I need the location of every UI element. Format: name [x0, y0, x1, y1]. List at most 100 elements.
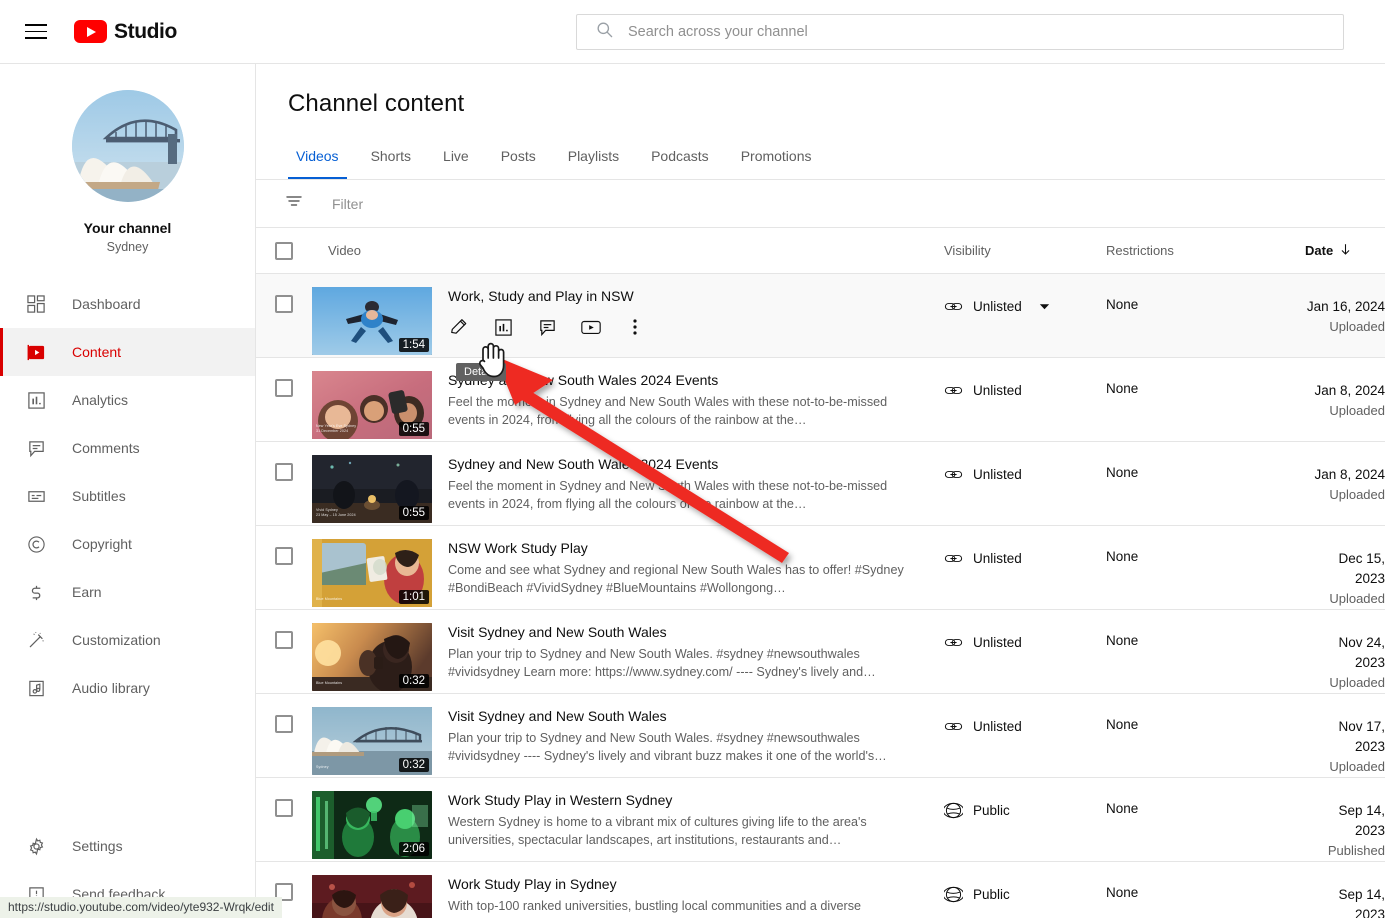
tab-promotions[interactable]: Promotions: [725, 133, 828, 179]
row-checkbox[interactable]: [275, 631, 293, 649]
table-row[interactable]: Blue Mountains 1:01 NSW Work Study Play C…: [256, 526, 1385, 610]
visibility-dropdown-icon[interactable]: [1038, 300, 1051, 313]
sidebar-item-earn[interactable]: Earn: [0, 568, 255, 616]
sidebar-item-subtitles[interactable]: Subtitles: [0, 472, 255, 520]
visibility-label: Unlisted: [973, 719, 1022, 734]
table-row[interactable]: New Year's Eve Sydney 31 December 2024 0:5…: [256, 358, 1385, 442]
row-checkbox[interactable]: [275, 463, 293, 481]
date-value: Sep 14, 2023: [1338, 803, 1385, 838]
video-title[interactable]: Work Study Play in Sydney: [448, 875, 904, 894]
sidebar-item-copyright[interactable]: Copyright: [0, 520, 255, 568]
table-row[interactable]: 1:54 Work, Study and Play in NSW Unliste…: [256, 274, 1385, 358]
date-value: Jan 8, 2024: [1314, 383, 1385, 398]
video-thumbnail[interactable]: [312, 875, 432, 918]
analytics-icon[interactable]: [492, 316, 514, 338]
video-cell: 1:54 Work, Study and Play in NSW: [312, 287, 920, 355]
search-input[interactable]: [628, 24, 1288, 40]
video-description: Western Sydney is home to a vibrant mix …: [448, 815, 867, 847]
filter-input[interactable]: [332, 195, 752, 212]
edit-pencil-icon[interactable]: [448, 316, 470, 338]
video-thumbnail[interactable]: New Year's Eve Sydney 31 December 2024 0:5…: [312, 371, 432, 439]
studio-brand-logo[interactable]: Studio: [74, 20, 177, 44]
row-checkbox[interactable]: [275, 715, 293, 733]
video-title[interactable]: Work, Study and Play in NSW: [448, 287, 904, 306]
date-value: Jan 8, 2024: [1314, 467, 1385, 482]
filter-icon[interactable]: [284, 191, 304, 216]
video-thumbnail[interactable]: Blue Mountains 1:01: [312, 539, 432, 607]
visibility-cell[interactable]: Unlisted: [920, 287, 1106, 316]
thumbnail-watermark: New Year's Eve Sydney 31 December 2024: [316, 424, 357, 434]
sidebar: Your channel Sydney Dashboard Content An…: [0, 64, 256, 918]
visibility-cell[interactable]: Public: [920, 791, 1106, 820]
tab-shorts[interactable]: Shorts: [355, 133, 427, 179]
sidebar-item-comments[interactable]: Comments: [0, 424, 255, 472]
video-meta: Visit Sydney and New South Wales Plan yo…: [432, 707, 904, 775]
visibility-cell[interactable]: Unlisted: [920, 371, 1106, 400]
video-thumbnail[interactable]: Vivid Sydney 23 May – 15 June 2024 0:55: [312, 455, 432, 523]
comments-icon[interactable]: [536, 316, 558, 338]
video-thumbnail[interactable]: Blue Mountains 0:32: [312, 623, 432, 691]
video-player-icon[interactable]: [580, 316, 602, 338]
sidebar-item-settings[interactable]: Settings: [0, 822, 256, 870]
table-header-row: Video Visibility Restrictions Date: [256, 228, 1385, 274]
visibility-cell[interactable]: Unlisted: [920, 455, 1106, 484]
table-row[interactable]: 2:06 Work Study Play in Western Sydney W…: [256, 778, 1385, 862]
tab-playlists[interactable]: Playlists: [552, 133, 635, 179]
sidebar-item-dashboard[interactable]: Dashboard: [0, 280, 255, 328]
channel-block[interactable]: Your channel Sydney: [0, 64, 255, 254]
link-icon: [944, 381, 963, 400]
thumbnail-watermark: Vivid Sydney 23 May – 15 June 2024: [316, 508, 356, 518]
row-checkbox-cell: [256, 707, 312, 733]
row-checkbox-cell: [256, 539, 312, 565]
tab-live[interactable]: Live: [427, 133, 485, 179]
tab-label: Playlists: [567, 148, 620, 164]
visibility-cell[interactable]: Unlisted: [920, 623, 1106, 652]
row-checkbox[interactable]: [275, 295, 293, 313]
video-title[interactable]: Sydney and New South Wales 2024 Events: [448, 371, 904, 390]
video-duration: 1:01: [398, 590, 429, 604]
more-options-icon[interactable]: [624, 316, 646, 338]
header-date[interactable]: Date: [1305, 243, 1385, 259]
globe-icon: [944, 885, 963, 904]
page-title: Channel content: [288, 90, 465, 117]
row-checkbox[interactable]: [275, 799, 293, 817]
sidebar-item-analytics[interactable]: Analytics: [0, 376, 255, 424]
video-title[interactable]: Visit Sydney and New South Wales: [448, 707, 904, 726]
row-checkbox[interactable]: [275, 547, 293, 565]
music-note-icon: [24, 676, 48, 700]
video-title[interactable]: Sydney and New South Wales 2024 Events: [448, 455, 904, 474]
video-title[interactable]: Work Study Play in Western Sydney: [448, 791, 904, 810]
table-row[interactable]: Sydney 0:32 Visit Sydney and New South Wa…: [256, 694, 1385, 778]
sidebar-item-content[interactable]: Content: [0, 328, 255, 376]
visibility-cell[interactable]: Public: [920, 875, 1106, 904]
date-status: Uploaded: [1329, 759, 1385, 774]
video-thumbnail[interactable]: 2:06: [312, 791, 432, 859]
video-description: Feel the moment in Sydney and New South …: [448, 395, 888, 427]
video-duration: 0:32: [398, 758, 429, 772]
date-cell: Jan 8, 2024 Uploaded: [1305, 371, 1385, 421]
table-row[interactable]: Work Study Play in Sydney With top-100 r…: [256, 862, 1385, 918]
date-cell: Nov 17, 2023 Uploaded: [1305, 707, 1385, 777]
visibility-cell[interactable]: Unlisted: [920, 539, 1106, 568]
restrictions-label: None: [1106, 297, 1139, 312]
table-row[interactable]: Blue Mountains 0:32 Visit Sydney and New …: [256, 610, 1385, 694]
table-row[interactable]: Vivid Sydney 23 May – 15 June 2024 0:55 Sy…: [256, 442, 1385, 526]
search-bar[interactable]: [576, 14, 1344, 50]
tab-label: Promotions: [740, 148, 812, 164]
visibility-cell[interactable]: Unlisted: [920, 707, 1106, 736]
sidebar-item-customization[interactable]: Customization: [0, 616, 255, 664]
sidebar-item-audio-library[interactable]: Audio library: [0, 664, 255, 712]
sidebar-item-label: Analytics: [72, 392, 129, 408]
tab-videos[interactable]: Videos: [280, 133, 355, 179]
video-title[interactable]: NSW Work Study Play: [448, 539, 904, 558]
sidebar-item-label: Customization: [72, 632, 161, 648]
video-thumbnail[interactable]: Sydney 0:32: [312, 707, 432, 775]
select-all-checkbox[interactable]: [275, 241, 293, 260]
video-thumbnail[interactable]: 1:54: [312, 287, 432, 355]
tab-posts[interactable]: Posts: [485, 133, 552, 179]
video-meta: Work Study Play in Western Sydney Wester…: [432, 791, 904, 859]
hamburger-icon[interactable]: [16, 12, 56, 52]
row-checkbox[interactable]: [275, 379, 293, 397]
tab-podcasts[interactable]: Podcasts: [635, 133, 725, 179]
video-title[interactable]: Visit Sydney and New South Wales: [448, 623, 904, 642]
